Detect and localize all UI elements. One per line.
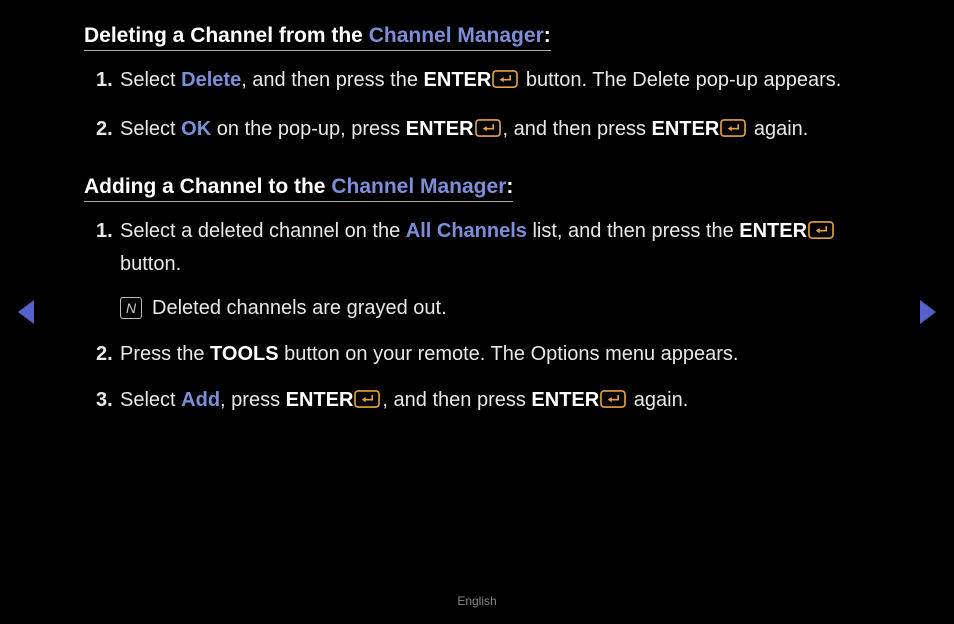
step-number: 1. — [84, 65, 120, 98]
text: again. — [628, 389, 688, 411]
step-number: 2. — [84, 114, 120, 147]
keyword-enter: ENTER — [531, 389, 599, 411]
heading-text: Adding a Channel to the — [84, 175, 331, 198]
text: , press — [220, 389, 286, 411]
text: , and then press — [382, 389, 531, 411]
delete-steps: 1. Select Delete, and then press the ENT… — [84, 65, 870, 147]
keyword-enter: ENTER — [739, 220, 807, 242]
enter-icon — [354, 388, 380, 418]
highlight: Add — [181, 389, 220, 411]
keyword-enter: ENTER — [286, 389, 354, 411]
keyword-enter: ENTER — [652, 118, 720, 140]
step-item: 2. Press the TOOLS button on your remote… — [84, 339, 870, 369]
footer-language: English — [0, 594, 954, 608]
step-body: Select Delete, and then press the ENTER … — [120, 65, 870, 98]
heading-colon: : — [544, 24, 551, 47]
heading-colon: : — [506, 175, 513, 198]
heading-delete-channel: Deleting a Channel from the Channel Mana… — [84, 24, 551, 51]
highlight: Delete — [181, 69, 241, 91]
text: list, and then press the — [527, 220, 739, 242]
step-number: 1. — [84, 216, 120, 323]
text: button. The Delete pop-up appears. — [520, 69, 841, 91]
text: Select — [120, 69, 181, 91]
step-item: 2. Select OK on the pop-up, press ENTER,… — [84, 114, 870, 147]
step-body: Select a deleted channel on the All Chan… — [120, 216, 870, 323]
step-item: 1. Select a deleted channel on the All C… — [84, 216, 870, 323]
enter-icon — [600, 388, 626, 418]
text: Select a deleted channel on the — [120, 220, 406, 242]
enter-icon — [475, 117, 501, 147]
manual-page: Deleting a Channel from the Channel Mana… — [0, 0, 954, 418]
text: Press the — [120, 343, 210, 365]
note-text: Deleted channels are grayed out. — [152, 293, 447, 323]
note-icon: N — [120, 297, 142, 319]
step-body: Select OK on the pop-up, press ENTER, an… — [120, 114, 870, 147]
step-body: Press the TOOLS button on your remote. T… — [120, 339, 870, 369]
enter-icon — [492, 68, 518, 98]
keyword-tools: TOOLS — [210, 343, 279, 365]
text: on the pop-up, press — [211, 118, 406, 140]
heading-add-channel: Adding a Channel to the Channel Manager: — [84, 175, 513, 202]
text: Select — [120, 118, 181, 140]
step-item: 3. Select Add, press ENTER, and then pre… — [84, 385, 870, 418]
text: button on your remote. The Options menu … — [279, 343, 739, 365]
text: Select — [120, 389, 181, 411]
note: N Deleted channels are grayed out. — [120, 293, 870, 323]
add-steps: 1. Select a deleted channel on the All C… — [84, 216, 870, 418]
text: button. — [120, 253, 181, 275]
enter-icon — [808, 219, 834, 249]
nav-next-icon[interactable] — [920, 300, 936, 324]
step-body: Select Add, press ENTER, and then press … — [120, 385, 870, 418]
highlight: OK — [181, 118, 211, 140]
keyword-enter: ENTER — [424, 69, 492, 91]
keyword-enter: ENTER — [406, 118, 474, 140]
highlight: All Channels — [406, 220, 527, 242]
heading-highlight: Channel Manager — [369, 24, 544, 47]
step-number: 2. — [84, 339, 120, 369]
step-item: 1. Select Delete, and then press the ENT… — [84, 65, 870, 98]
heading-text: Deleting a Channel from the — [84, 24, 369, 47]
step-number: 3. — [84, 385, 120, 418]
enter-icon — [720, 117, 746, 147]
text: , and then press — [503, 118, 652, 140]
heading-highlight: Channel Manager — [331, 175, 506, 198]
text: again. — [748, 118, 808, 140]
text: , and then press the — [241, 69, 423, 91]
nav-prev-icon[interactable] — [18, 300, 34, 324]
